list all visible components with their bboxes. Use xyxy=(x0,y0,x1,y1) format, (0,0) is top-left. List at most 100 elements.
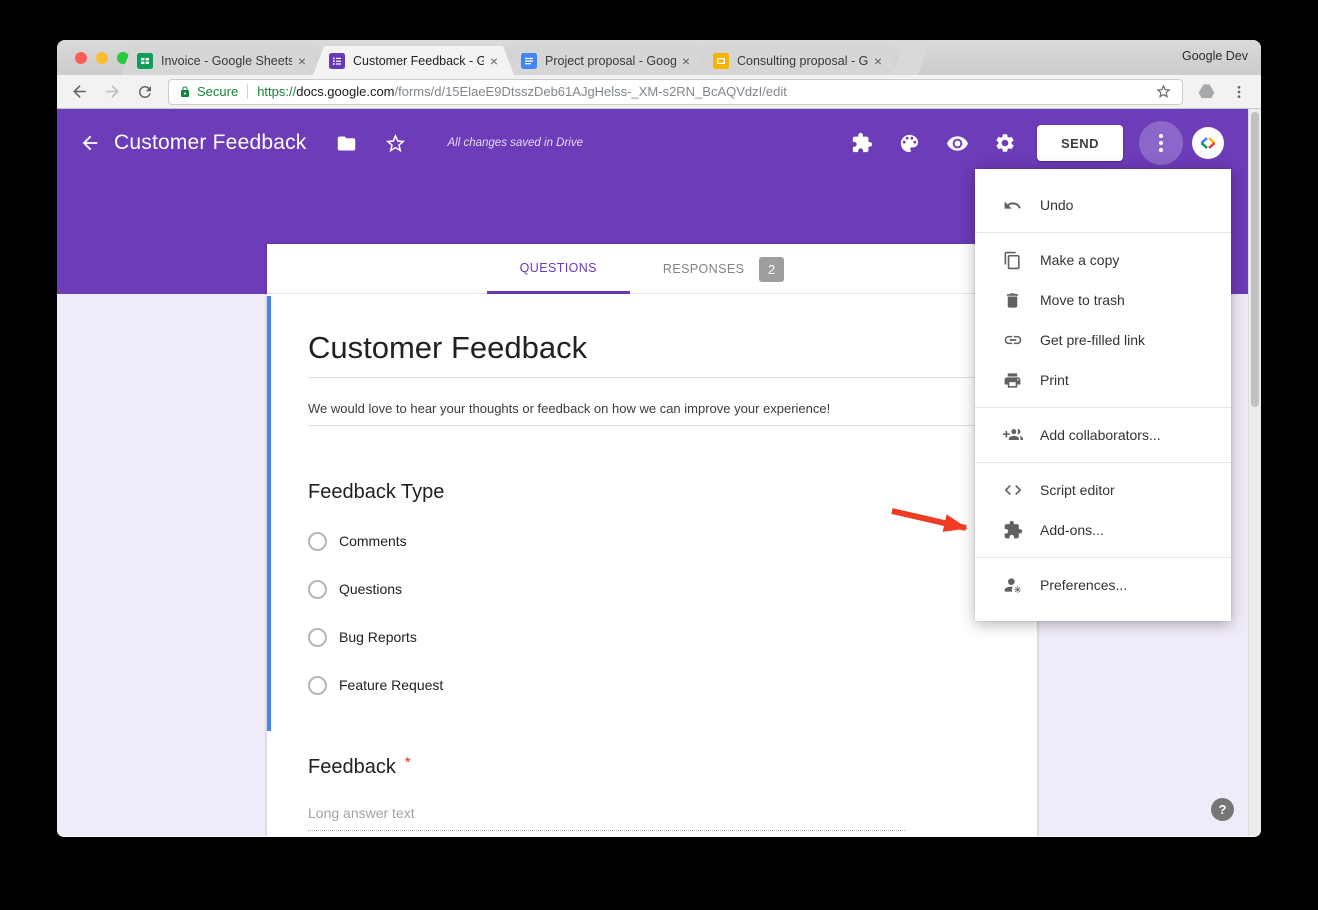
menu-item-get-prefilled-link[interactable]: Get pre-filled link xyxy=(975,320,1231,360)
forms-app-bar: Customer Feedback All changes saved in D… xyxy=(57,121,1261,165)
required-asterisk: * xyxy=(405,754,411,771)
page-scrollbar[interactable] xyxy=(1248,109,1261,836)
tab-project-proposal[interactable]: Project proposal - Googl × xyxy=(505,46,706,75)
help-button[interactable]: ? xyxy=(1211,798,1234,821)
long-answer-placeholder[interactable]: Long answer text xyxy=(308,805,415,821)
form-card: QUESTIONS RESPONSES 2 Customer Feedback … xyxy=(267,244,1037,836)
menu-item-label: Move to trash xyxy=(1040,292,1125,308)
move-to-folder-icon[interactable] xyxy=(336,133,357,154)
settings-gear-icon[interactable] xyxy=(994,132,1016,154)
radio-option-feature-request[interactable]: Feature Request xyxy=(308,673,443,697)
menu-item-move-to-trash[interactable]: Move to trash xyxy=(975,280,1231,320)
tab-questions[interactable]: QUESTIONS xyxy=(487,244,630,294)
menu-item-add-collaborators[interactable]: Add collaborators... xyxy=(975,415,1231,455)
title-divider xyxy=(308,377,993,378)
secure-label: Secure xyxy=(197,84,238,99)
tab-title: Project proposal - Googl xyxy=(545,54,676,68)
question-title[interactable]: Feedback * xyxy=(308,756,411,779)
new-tab-button[interactable] xyxy=(892,46,928,75)
menu-item-print[interactable]: Print xyxy=(975,360,1231,400)
menu-divider xyxy=(975,462,1231,463)
tab-close-icon[interactable]: × xyxy=(298,54,306,68)
tab-invoice-sheets[interactable]: Invoice - Google Sheets × xyxy=(121,46,322,75)
copy-icon xyxy=(1002,251,1023,270)
link-icon xyxy=(1002,330,1023,350)
menu-item-make-a-copy[interactable]: Make a copy xyxy=(975,240,1231,280)
tab-responses[interactable]: RESPONSES 2 xyxy=(630,244,817,294)
form-nav-tabs: QUESTIONS RESPONSES 2 xyxy=(267,244,1037,294)
menu-item-label: Make a copy xyxy=(1040,252,1119,268)
menu-item-script-editor[interactable]: Script editor xyxy=(975,470,1231,510)
send-button[interactable]: SEND xyxy=(1037,125,1123,161)
addons-puzzle-icon[interactable] xyxy=(851,132,873,154)
address-bar[interactable]: Secure https://docs.google.com/forms/d/1… xyxy=(168,79,1183,105)
tab-close-icon[interactable]: × xyxy=(682,54,690,68)
drive-extension-icon[interactable] xyxy=(1196,82,1216,102)
menu-item-label: Undo xyxy=(1040,197,1073,213)
minimize-window-button[interactable] xyxy=(96,52,108,64)
menu-item-undo[interactable]: Undo xyxy=(975,185,1231,225)
tab-close-icon[interactable]: × xyxy=(874,54,882,68)
browser-window: Invoice - Google Sheets × Customer Feedb… xyxy=(57,40,1261,837)
forward-icon[interactable] xyxy=(102,82,122,102)
menu-item-label: Print xyxy=(1040,372,1069,388)
form-title-field[interactable]: Customer Feedback xyxy=(114,131,306,155)
undo-icon xyxy=(1002,196,1023,215)
menu-divider xyxy=(975,407,1231,408)
screenshot-stage: Invoice - Google Sheets × Customer Feedb… xyxy=(0,0,1318,910)
tab-customer-feedback[interactable]: Customer Feedback - Go × xyxy=(313,46,514,75)
menu-item-label: Script editor xyxy=(1040,482,1115,498)
menu-item-label: Preferences... xyxy=(1040,577,1127,593)
preview-eye-icon[interactable] xyxy=(946,132,969,155)
url-separator xyxy=(247,84,248,99)
tab-questions-label: QUESTIONS xyxy=(520,261,597,275)
section-highlight-stripe xyxy=(267,296,271,731)
chrome-menu-icon[interactable] xyxy=(1229,82,1249,102)
secure-lock-icon xyxy=(179,85,191,99)
menu-item-label: Add collaborators... xyxy=(1040,427,1161,443)
radio-button-icon[interactable] xyxy=(308,676,327,695)
question-title[interactable]: Feedback Type xyxy=(308,481,444,504)
refresh-icon[interactable] xyxy=(135,82,155,102)
back-icon[interactable] xyxy=(69,82,89,102)
tab-close-icon[interactable]: × xyxy=(490,54,498,68)
form-description[interactable]: We would love to hear your thoughts or f… xyxy=(308,401,830,416)
menu-item-label: Add-ons... xyxy=(1040,522,1104,538)
account-avatar[interactable] xyxy=(1192,127,1224,159)
radio-button-icon[interactable] xyxy=(308,580,327,599)
tab-consulting-proposal[interactable]: Consulting proposal - Go × xyxy=(697,46,898,75)
close-window-button[interactable] xyxy=(75,52,87,64)
more-options-icon[interactable] xyxy=(1139,121,1183,165)
print-icon xyxy=(1002,371,1023,390)
radio-button-icon[interactable] xyxy=(308,532,327,551)
slides-favicon-icon xyxy=(713,53,729,69)
menu-item-add-ons[interactable]: Add-ons... xyxy=(975,510,1231,550)
tab-title: Customer Feedback - Go xyxy=(353,54,484,68)
browser-toolbar: Secure https://docs.google.com/forms/d/1… xyxy=(57,75,1261,109)
radio-option-bug-reports[interactable]: Bug Reports xyxy=(308,625,417,649)
back-arrow-icon[interactable] xyxy=(79,132,101,154)
google-dev-logo-icon xyxy=(1198,133,1218,153)
tab-title: Invoice - Google Sheets xyxy=(161,54,292,68)
tab-title: Consulting proposal - Go xyxy=(737,54,868,68)
scrollbar-thumb[interactable] xyxy=(1251,112,1259,407)
radio-button-icon[interactable] xyxy=(308,628,327,647)
menu-divider xyxy=(975,232,1231,233)
option-label: Feature Request xyxy=(339,677,443,693)
sheets-favicon-icon xyxy=(137,53,153,69)
option-label: Comments xyxy=(339,533,407,549)
theme-palette-icon[interactable] xyxy=(898,132,921,155)
radio-option-comments[interactable]: Comments xyxy=(308,529,407,553)
question-title-text: Feedback xyxy=(308,756,396,778)
radio-option-questions[interactable]: Questions xyxy=(308,577,402,601)
tab-responses-label: RESPONSES xyxy=(663,262,744,276)
answer-underline xyxy=(308,830,905,831)
url-domain: docs.google.com xyxy=(296,84,394,99)
form-card-title[interactable]: Customer Feedback xyxy=(308,330,587,366)
menu-item-preferences[interactable]: Preferences... xyxy=(975,565,1231,605)
code-icon xyxy=(1002,480,1023,500)
bookmark-star-icon[interactable] xyxy=(1155,83,1172,100)
star-form-icon[interactable] xyxy=(384,132,407,155)
menu-item-label: Get pre-filled link xyxy=(1040,332,1145,348)
url-path: /forms/d/15ElaeE9DtsszDeb61AJgHelss-_XM-… xyxy=(395,84,787,99)
